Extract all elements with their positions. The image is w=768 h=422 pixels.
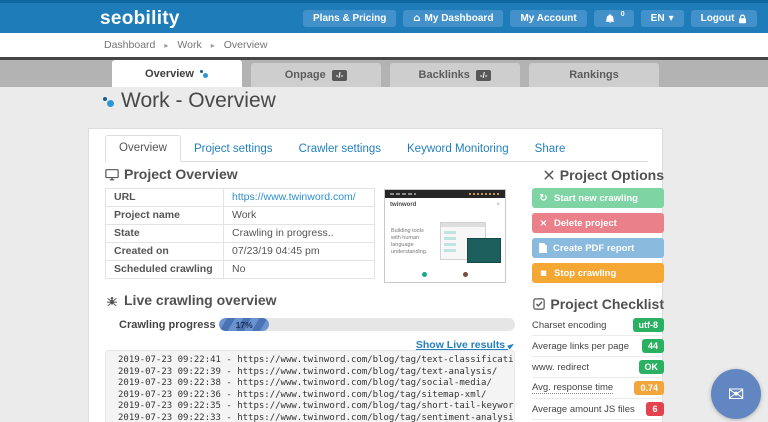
tab-backlinks[interactable]: Backlinks -/-	[390, 63, 520, 87]
thumbnail-site-name: twinword	[390, 202, 417, 208]
tab-rankings[interactable]: Rankings	[529, 63, 659, 87]
subtab-overview[interactable]: Overview	[105, 135, 181, 162]
log-line: 2019-07-23 09:22:41 - https://www.twinwo…	[118, 355, 515, 365]
log-line: 2019-07-23 09:22:38 - https://www.twinwo…	[118, 378, 492, 389]
envelope-icon: ✉	[727, 382, 745, 406]
main-tabs: Overview Onpage -/- Backlinks -/- Rankin…	[112, 60, 659, 87]
table-row: State Crawling in progress..	[105, 224, 375, 243]
website-preview-thumbnail: twinword × Building tools with human lan…	[384, 189, 506, 283]
project-url-link[interactable]: https://www.twinword.com/	[232, 191, 356, 203]
stop-icon: ■	[540, 269, 547, 277]
plans-pricing-button[interactable]: Plans & Pricing	[303, 10, 397, 27]
status-badge: OK	[638, 360, 664, 374]
monitor-icon	[105, 168, 119, 180]
breadcrumb: Dashboard ▸ Work ▸ Overview	[0, 33, 768, 57]
subtab-share[interactable]: Share	[522, 137, 579, 162]
navbar-buttons: Plans & Pricing ⌂ My Dashboard My Accoun…	[303, 10, 758, 27]
progress-bar: 17%	[219, 318, 515, 331]
thumbnail-tagline: Building tools with human language under…	[391, 228, 428, 256]
carousel-dot	[463, 272, 469, 277]
status-badge: 44	[641, 339, 664, 353]
seobility-dots-icon	[103, 95, 114, 107]
backlinks-score-badge: -/-	[475, 69, 492, 81]
crawling-progress: Crawling progress 17%	[119, 318, 515, 331]
refresh-icon: ↻	[539, 192, 548, 204]
thumbnail-screenshot-overlay	[467, 238, 501, 263]
tab-overview[interactable]: Overview	[112, 60, 242, 87]
status-badge: 0.74	[634, 381, 664, 395]
progress-percent: 17%	[235, 319, 253, 330]
stop-crawling-button[interactable]: ■ Stop crawling	[532, 263, 664, 283]
chevron-down-icon: ▾	[668, 13, 674, 24]
project-checklist: Charset encoding utf-8 Average links per…	[532, 315, 664, 422]
start-new-crawling-button[interactable]: ↻ Start new crawling	[532, 188, 664, 208]
subtab-keyword-monitoring[interactable]: Keyword Monitoring	[394, 137, 522, 162]
table-row: Scheduled crawling No	[105, 260, 375, 279]
home-icon: ⌂	[413, 13, 421, 24]
x-icon: ×	[539, 217, 548, 229]
log-line: 2019-07-23 09:22:36 - https://www.twinwo…	[118, 389, 487, 400]
checklist-item-response-time: Avg. response time 0.74	[532, 378, 664, 399]
crawl-log[interactable]: 2019-07-23 09:22:41 - https://www.twinwo…	[105, 350, 515, 422]
breadcrumb-overview[interactable]: Overview	[224, 39, 268, 51]
project-card: Overview Project settings Crawler settin…	[88, 128, 664, 422]
top-navbar: seobility Plans & Pricing ⌂ My Dashboard…	[0, 0, 768, 33]
log-line: 2019-07-23 09:22:35 - https://www.twinwo…	[118, 401, 515, 412]
carousel-dot	[421, 272, 427, 277]
thumbnail-carousel-dots	[385, 272, 505, 277]
logout-button[interactable]: Logout	[690, 10, 758, 27]
checklist-item-links-per-page: Average links per page 44	[532, 336, 664, 357]
checklist-icon	[533, 298, 546, 310]
bell-icon	[605, 13, 615, 23]
onpage-score-badge: -/-	[331, 69, 348, 81]
progress-bar-fill: 17%	[219, 318, 270, 331]
project-checklist-heading: Project Checklist	[532, 296, 664, 312]
thumbnail-browser-bar	[385, 190, 505, 198]
seobility-logo[interactable]: seobility	[100, 8, 180, 30]
breadcrumb-work[interactable]: Work	[177, 39, 201, 51]
breadcrumb-separator-icon: ▸	[164, 40, 169, 50]
table-row: Project name Work	[105, 206, 375, 225]
checklist-item-js-files: Average amount JS files 6	[532, 399, 664, 420]
lock-icon	[739, 14, 747, 23]
project-overview-heading: Project Overview	[105, 166, 238, 182]
notification-count-badge: 0	[620, 11, 625, 18]
table-row: URL https://www.twinword.com/	[105, 188, 375, 207]
language-dropdown[interactable]: EN ▾	[640, 10, 684, 27]
project-subtabs: Overview Project settings Crawler settin…	[105, 135, 648, 162]
thumbnail-close-icon: ×	[496, 202, 500, 208]
status-badge: utf-8	[632, 318, 664, 332]
main-tabstrip: Overview Onpage -/- Backlinks -/- Rankin…	[0, 57, 768, 87]
tools-icon	[544, 170, 554, 180]
my-dashboard-button[interactable]: ⌂ My Dashboard	[403, 10, 504, 27]
my-account-button[interactable]: My Account	[510, 10, 587, 27]
subtab-crawler-settings[interactable]: Crawler settings	[286, 137, 394, 162]
contact-button[interactable]: ✉	[711, 369, 761, 419]
breadcrumb-dashboard[interactable]: Dashboard	[104, 39, 155, 51]
log-line: 2019-07-23 09:22:33 - https://www.twinwo…	[118, 412, 515, 422]
notifications-button[interactable]: 0	[593, 10, 634, 27]
create-pdf-report-button[interactable]: Create PDF report	[532, 238, 664, 258]
checklist-item-www-redirect: www. redirect OK	[532, 357, 664, 378]
spider-icon	[106, 296, 118, 306]
project-options-buttons: ↻ Start new crawling × Delete project Cr…	[532, 188, 664, 288]
file-icon	[539, 243, 547, 253]
live-crawling-heading: Live crawling overview	[105, 292, 277, 308]
breadcrumb-separator-icon: ▸	[210, 40, 215, 50]
log-line: 2019-07-23 09:22:39 - https://www.twinwo…	[118, 366, 498, 377]
project-overview-table: URL https://www.twinword.com/ Project na…	[105, 188, 375, 279]
table-row: Created on 07/23/19 04:45 pm	[105, 242, 375, 261]
crawling-progress-label: Crawling progress	[119, 318, 216, 331]
seobility-app: seobility Plans & Pricing ⌂ My Dashboard…	[0, 0, 768, 422]
status-badge: 6	[646, 402, 664, 416]
project-options-heading: Project Options	[532, 167, 664, 183]
tab-onpage[interactable]: Onpage -/-	[251, 63, 381, 87]
delete-project-button[interactable]: × Delete project	[532, 213, 664, 233]
checklist-item-charset: Charset encoding utf-8	[532, 315, 664, 336]
page-title: Work - Overview	[103, 89, 276, 113]
subtab-project-settings[interactable]: Project settings	[181, 137, 286, 162]
seobility-dots-icon	[199, 69, 209, 79]
